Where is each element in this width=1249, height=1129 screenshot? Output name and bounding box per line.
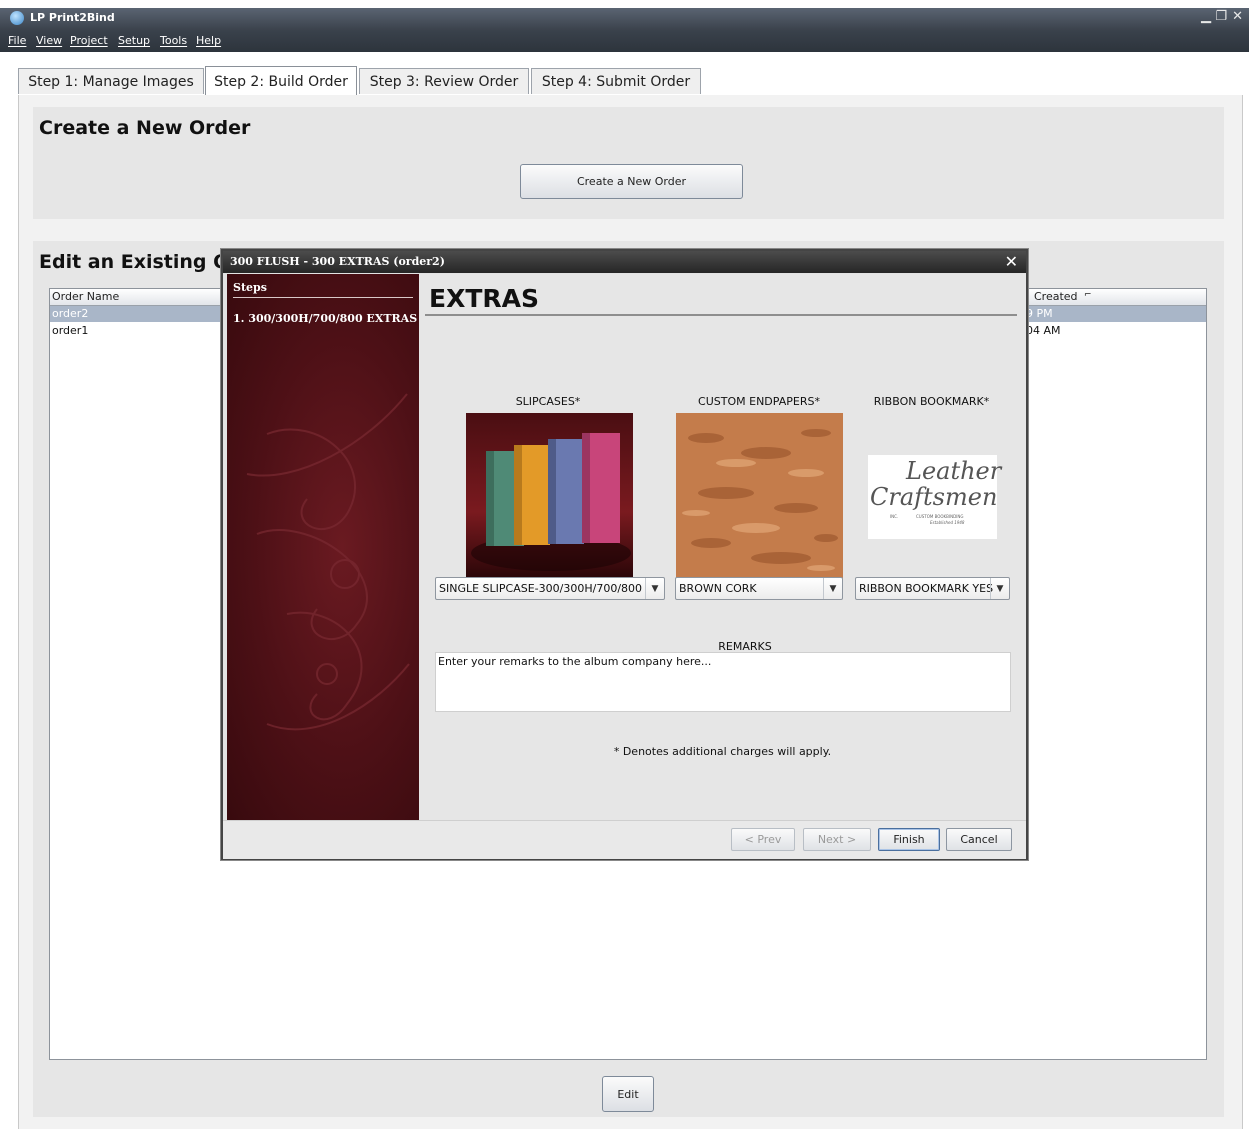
menu-bar: File View Project Setup Tools Help xyxy=(0,30,1249,52)
swirl-decoration xyxy=(246,393,410,731)
order-name-cell: order2 xyxy=(52,307,89,320)
order-name-cell: order1 xyxy=(52,324,89,337)
bookmark-select[interactable]: RIBBON BOOKMARK YES ▼ xyxy=(855,577,1010,600)
steps-divider xyxy=(233,297,413,298)
endpapers-select[interactable]: BROWN CORK ▼ xyxy=(675,577,843,600)
logo-inc: INC. xyxy=(890,514,899,519)
bookmark-value: RIBBON BOOKMARK YES xyxy=(859,582,994,595)
minimize-icon[interactable]: ▁ xyxy=(1201,9,1211,24)
extras-dialog: 300 FLUSH - 300 EXTRAS (order2) ✕ Steps … xyxy=(221,249,1028,860)
logo-line2: Craftsmen xyxy=(870,483,998,511)
tab-review-order[interactable]: Step 3: Review Order xyxy=(359,68,529,94)
charges-note: * Denotes additional charges will apply. xyxy=(613,745,832,758)
app-title: LP Print2Bind xyxy=(30,11,115,24)
logo-line1: Leather xyxy=(906,457,1002,485)
menu-help[interactable]: Help xyxy=(196,34,221,47)
extras-content: EXTRAS SLIPCASES* SINGLE SLIPCASE-300/30… xyxy=(419,274,1026,820)
column-created[interactable]: Created xyxy=(1034,290,1078,303)
menu-setup[interactable]: Setup xyxy=(118,34,150,47)
endpapers-value: BROWN CORK xyxy=(679,582,757,595)
dialog-title: 300 FLUSH - 300 EXTRAS (order2) xyxy=(230,255,445,268)
close-icon[interactable]: ✕ xyxy=(1232,9,1243,24)
dialog-titlebar: 300 FLUSH - 300 EXTRAS (order2) ✕ xyxy=(223,251,1026,273)
order-created-cell: 9 PM xyxy=(1026,307,1053,320)
tab-manage-images[interactable]: Step 1: Manage Images xyxy=(18,68,204,94)
dialog-close-icon[interactable]: ✕ xyxy=(1005,252,1018,271)
logo-tag: CUSTOM BOOKBINDING xyxy=(916,514,964,519)
chevron-down-icon: ▼ xyxy=(645,578,664,599)
edit-button[interactable]: Edit xyxy=(602,1076,654,1112)
tab-build-order[interactable]: Step 2: Build Order xyxy=(205,66,357,96)
extras-heading: EXTRAS xyxy=(429,284,540,313)
leather-craftsmen-logo: Leather Craftsmen INC. CUSTOM BOOKBINDIN… xyxy=(868,455,1001,539)
finish-button[interactable]: Finish xyxy=(878,828,940,851)
remarks-input[interactable]: Enter your remarks to the album company … xyxy=(435,652,1011,712)
column-order-name[interactable]: Order Name xyxy=(52,290,119,303)
order-created-cell: 04 AM xyxy=(1026,324,1061,337)
slipcases-image xyxy=(466,413,633,578)
menu-file[interactable]: File xyxy=(8,34,26,47)
edit-order-title: Edit an Existing Or xyxy=(39,251,239,273)
bookmark-label: RIBBON BOOKMARK* xyxy=(873,395,990,408)
slipcases-label: SLIPCASES* xyxy=(515,395,581,408)
chevron-down-icon: ▼ xyxy=(823,578,842,599)
sort-icon: ⌐ xyxy=(1084,290,1092,300)
app-icon xyxy=(10,11,24,25)
cancel-button[interactable]: Cancel xyxy=(946,828,1012,851)
create-new-order-button[interactable]: Create a New Order xyxy=(520,164,743,199)
extras-divider xyxy=(425,314,1017,316)
dialog-footer: < Prev Next > Finish Cancel xyxy=(223,820,1026,859)
tab-submit-order[interactable]: Step 4: Submit Order xyxy=(531,68,701,94)
brown-cork-image xyxy=(676,413,843,578)
slipcases-select[interactable]: SINGLE SLIPCASE-300/300H/700/800 ▼ xyxy=(435,577,665,600)
logo-est: Established 1948 xyxy=(930,520,965,525)
next-button[interactable]: Next > xyxy=(803,828,871,851)
endpapers-label: CUSTOM ENDPAPERS* xyxy=(698,395,820,408)
slipcases-value: SINGLE SLIPCASE-300/300H/700/800 xyxy=(439,582,643,595)
steps-header: Steps xyxy=(233,281,267,294)
remarks-placeholder: Enter your remarks to the album company … xyxy=(438,655,712,668)
menu-tools[interactable]: Tools xyxy=(160,34,187,47)
step-item-extras[interactable]: 1. 300/300H/700/800 EXTRAS xyxy=(233,312,417,325)
menu-view[interactable]: View xyxy=(36,34,62,47)
menu-project[interactable]: Project xyxy=(70,34,108,47)
create-order-title: Create a New Order xyxy=(39,117,251,139)
restore-icon[interactable]: ❐ xyxy=(1215,9,1227,24)
steps-panel: Steps 1. 300/300H/700/800 EXTRAS xyxy=(227,274,419,820)
prev-button[interactable]: < Prev xyxy=(731,828,795,851)
app-titlebar: LP Print2Bind ▁ ❐ ✕ xyxy=(0,8,1249,30)
chevron-down-icon: ▼ xyxy=(990,578,1009,599)
